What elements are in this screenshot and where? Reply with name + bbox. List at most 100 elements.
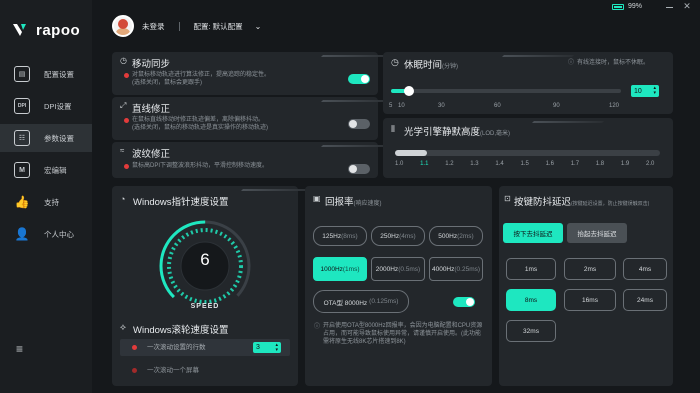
debounce-icon: ⊡ <box>504 194 511 203</box>
angle-snap-desc: 在鼠标直线移动时修正轨迹偏差，离除偏移抖动。 <box>132 117 265 123</box>
ripple-control-toggle[interactable] <box>348 164 370 174</box>
motion-sync-card: ◷ 移动同步 对鼠标移动轨迹进行算法修正，提高追踪的稳定性。 (选择关闭，鼠标会… <box>112 52 393 95</box>
sleep-tick-5: 5 <box>389 103 393 109</box>
avatar[interactable] <box>112 15 134 37</box>
lod-tick: 1.4 <box>495 161 504 167</box>
ripple-control-desc: 鼠标高DPI下调整波浪形抖动，平滑控制移动速度。 <box>132 163 269 169</box>
sidebar: rapoo ▤ 配置设置 DPI DPI设置 ☷ 参数设置 M 宏编辑 👍 支持… <box>0 0 92 393</box>
sleep-slider-track[interactable] <box>391 86 621 96</box>
motion-sync-toggle[interactable] <box>348 74 370 84</box>
polling-rate-card: ▣ 回报率(响应速度) 125Hz (8ms) 250Hz (4ms) 500Hz(… <box>305 186 492 386</box>
lod-tick: 1.2 <box>445 161 454 167</box>
pointer-speed-card: ◔ Windows指针速度设置 6 SPEED ⟡ Windows滚轮速度设置 … <box>112 186 313 386</box>
profile-select-label[interactable]: 配置: 默认配置 <box>194 21 243 32</box>
polling-icon: ▣ <box>313 194 321 203</box>
sidebar-item-parameters[interactable]: ☷ 参数设置 <box>0 124 92 152</box>
lod-tick: 1.5 <box>520 161 529 167</box>
polling-500-button[interactable]: 500Hz (2ms) <box>429 226 483 246</box>
radio-selected-icon[interactable] <box>132 345 137 350</box>
sliders-icon: ☷ <box>14 130 30 146</box>
ripple-icon: ≈ <box>120 146 125 155</box>
motion-sync-note: (选择关闭，鼠标会更跟手) <box>132 80 202 86</box>
battery-level: 99% <box>628 3 643 10</box>
polling-4000-button[interactable]: 4000Hz (0.25ms) <box>429 257 483 281</box>
minimize-button[interactable] <box>664 2 674 12</box>
lod-ticks: 1.0 1.1 1.2 1.3 1.4 1.5 1.6 1.7 1.8 1.9 2.0 <box>395 161 660 170</box>
polling-1000-button[interactable]: 1000Hz (1ms) <box>313 257 367 281</box>
debounce-4ms-button[interactable]: 4ms <box>623 258 667 280</box>
debounce-1ms-button[interactable]: 1ms <box>506 258 556 280</box>
collapse-menu-icon: ≡ <box>16 342 24 356</box>
debounce-8ms-button[interactable]: 8ms <box>506 289 556 311</box>
pointer-speed-title: Windows指针速度设置 <box>133 197 229 208</box>
user-name[interactable]: 未登录 <box>142 21 165 32</box>
scroll-lines-input[interactable]: 3 ▴ ▾ <box>253 342 281 353</box>
clock-icon: ◷ <box>391 57 399 67</box>
motion-sync-title: 移动同步 <box>132 59 171 70</box>
chevron-down-icon[interactable]: ⌄ <box>255 22 262 31</box>
motion-sync-desc: 对鼠标移动轨迹进行算法修正，提高追踪的稳定性。 <box>132 72 271 78</box>
lod-tick: 1.6 <box>545 161 554 167</box>
sidebar-item-macro[interactable]: M 宏编辑 <box>0 156 92 184</box>
press-debounce-tab[interactable]: 按下去抖延迟 <box>503 223 563 243</box>
scroll-speed-title: Windows滚轮速度设置 <box>133 325 229 336</box>
sidebar-item-dpi[interactable]: DPI DPI设置 <box>0 92 92 120</box>
angle-snap-note: (选择关闭，鼠标的移动轨迹是真实操作的移动轨迹) <box>132 125 268 131</box>
polling-2000-button[interactable]: 2000Hz (0.5ms) <box>371 257 425 281</box>
close-icon: ✕ <box>683 1 691 11</box>
lod-tick: 1.3 <box>470 161 479 167</box>
lod-tick: 2.0 <box>646 161 655 167</box>
scroll-lines-value[interactable]: 3 <box>256 344 260 351</box>
sidebar-item-label: DPI设置 <box>44 101 72 111</box>
rapoo-logo: rapoo <box>12 20 80 40</box>
sidebar-item-label: 支持 <box>44 197 59 207</box>
sleep-tick-90: 90 <box>553 103 560 109</box>
sleep-value[interactable]: 10 <box>634 88 642 95</box>
radio-unselected-icon[interactable] <box>132 368 137 373</box>
sleep-value-box[interactable]: 10 ▴ ▾ <box>631 85 659 97</box>
lod-tick: 1.8 <box>595 161 605 167</box>
polling-rate-title: 回报率(响应速度) <box>325 197 382 208</box>
sleep-time-title: 休眠时间(分钟) <box>404 60 459 71</box>
sleep-time-card: ◷ 休眠时间(分钟) ⓘ 有线连接时，鼠标不休眠。 10 ▴ ▾ 5 10 30 6… <box>383 52 673 114</box>
release-debounce-tab[interactable]: 抬起去抖延迟 <box>567 223 627 243</box>
sidebar-item-account[interactable]: 👤 个人中心 <box>0 220 92 248</box>
user-bar: 未登录 配置: 默认配置 ⌄ <box>112 15 261 37</box>
sidebar-item-support[interactable]: 👍 支持 <box>0 188 92 216</box>
sleep-tick-10: 10 <box>398 103 405 109</box>
polling-250-button[interactable]: 250Hz (4ms) <box>371 226 425 246</box>
lod-tick: 1.7 <box>570 161 580 167</box>
polling-8000-toggle[interactable] <box>453 297 475 307</box>
debounce-24ms-button[interactable]: 24ms <box>623 289 667 311</box>
angle-snap-toggle[interactable] <box>348 119 370 129</box>
polling-8000-button[interactable]: OTA型 8000Hz (0.125ms) <box>313 290 409 313</box>
debounce-2ms-button[interactable]: 2ms <box>564 258 616 280</box>
debounce-16ms-button[interactable]: 16ms <box>564 289 616 311</box>
sleep-time-note: ⓘ 有线连接时，鼠标不休眠。 <box>568 60 650 66</box>
sidebar-item-profile[interactable]: ▤ 配置设置 <box>0 60 92 88</box>
stepper-icon[interactable]: ▴ ▾ <box>653 86 656 96</box>
speed-icon: ◔ <box>120 194 126 204</box>
thumbs-up-icon: 👍 <box>14 195 30 209</box>
sleep-slider-handle[interactable] <box>404 86 415 96</box>
close-button[interactable]: ✕ <box>681 1 693 13</box>
user-icon: 👤 <box>14 227 30 241</box>
sync-icon: ◷ <box>120 56 127 65</box>
menu-toggle-button[interactable]: ≡ <box>16 343 30 355</box>
divider <box>178 21 180 31</box>
speed-value: 6 <box>200 250 210 269</box>
lift-off-distance-card: ⦀ 光学引擎静默高度(LOD,毫米) 1.0 1.1 1.2 1.3 1.4 1.5 1.6… <box>383 118 673 178</box>
speed-label: SPEED <box>190 303 220 310</box>
info-icon: ⓘ <box>568 60 575 66</box>
debounce-card: ⊡ 按键防抖延迟(按键延迟设置，防止按键误触双击) 按下去抖延迟 抬起去抖延迟 … <box>499 186 673 386</box>
stepper-icon[interactable]: ▴ ▾ <box>275 342 278 353</box>
polling-125-button[interactable]: 125Hz (8ms) <box>313 226 367 246</box>
scroll-lines-row[interactable]: 一次滚动设置的行数 3 ▴ ▾ <box>120 339 290 356</box>
lod-slider-track[interactable] <box>395 150 660 156</box>
debounce-32ms-button[interactable]: 32ms <box>506 320 556 342</box>
scroll-screen-row[interactable]: 一次滚动一个屏幕 <box>120 363 290 378</box>
info-icon: ⓘ <box>314 324 321 330</box>
debounce-title: 按键防抖延迟(按键延迟设置，防止按键误触双击) <box>514 197 650 208</box>
sleep-tick-30: 30 <box>438 103 445 109</box>
sleep-tick-60: 60 <box>494 103 501 109</box>
